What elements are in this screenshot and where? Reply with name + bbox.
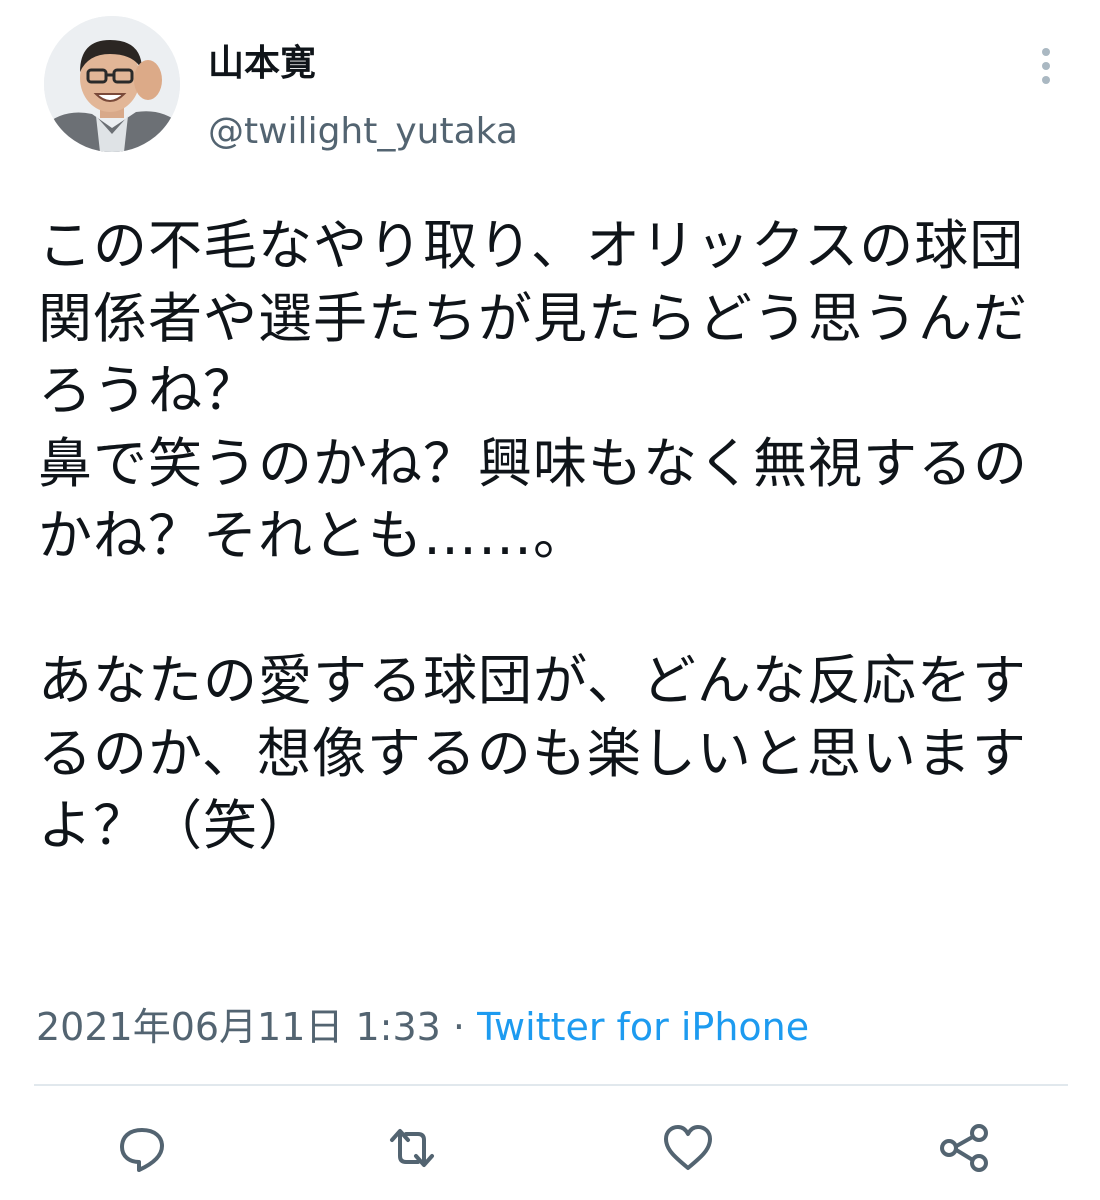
share-icon: [940, 1124, 988, 1172]
retweet-icon: [390, 1129, 434, 1167]
divider: [34, 1084, 1068, 1086]
tweet-timestamp[interactable]: 2021年06月11日 1:33: [36, 1005, 441, 1049]
like-button[interactable]: [658, 1118, 718, 1178]
reply-button[interactable]: [112, 1118, 172, 1178]
more-vertical-icon: [1042, 48, 1050, 84]
avatar-photo-icon: [44, 16, 180, 152]
share-button[interactable]: [934, 1118, 994, 1178]
tweet-meta: 2021年06月11日 1:33 · Twitter for iPhone: [36, 1002, 809, 1052]
heart-icon: [664, 1125, 712, 1170]
retweet-button[interactable]: [382, 1118, 442, 1178]
more-options-button[interactable]: [1032, 44, 1060, 92]
author-handle[interactable]: @twilight_yutaka: [208, 108, 518, 156]
avatar[interactable]: [44, 16, 180, 152]
author-name[interactable]: 山本寛: [208, 40, 316, 88]
tweet-text: この不毛なやり取り、オリックスの球団関係者や選手たちが見たらどう思うんだろうね？…: [38, 214, 1028, 857]
reply-icon: [120, 1128, 164, 1172]
tweet-source-link[interactable]: Twitter for iPhone: [477, 1005, 809, 1049]
tweet-card: 山本寛 @twilight_yutaka この不毛なやり取り、オリックスの球団関…: [0, 0, 1100, 1200]
meta-separator: ·: [452, 1005, 466, 1049]
